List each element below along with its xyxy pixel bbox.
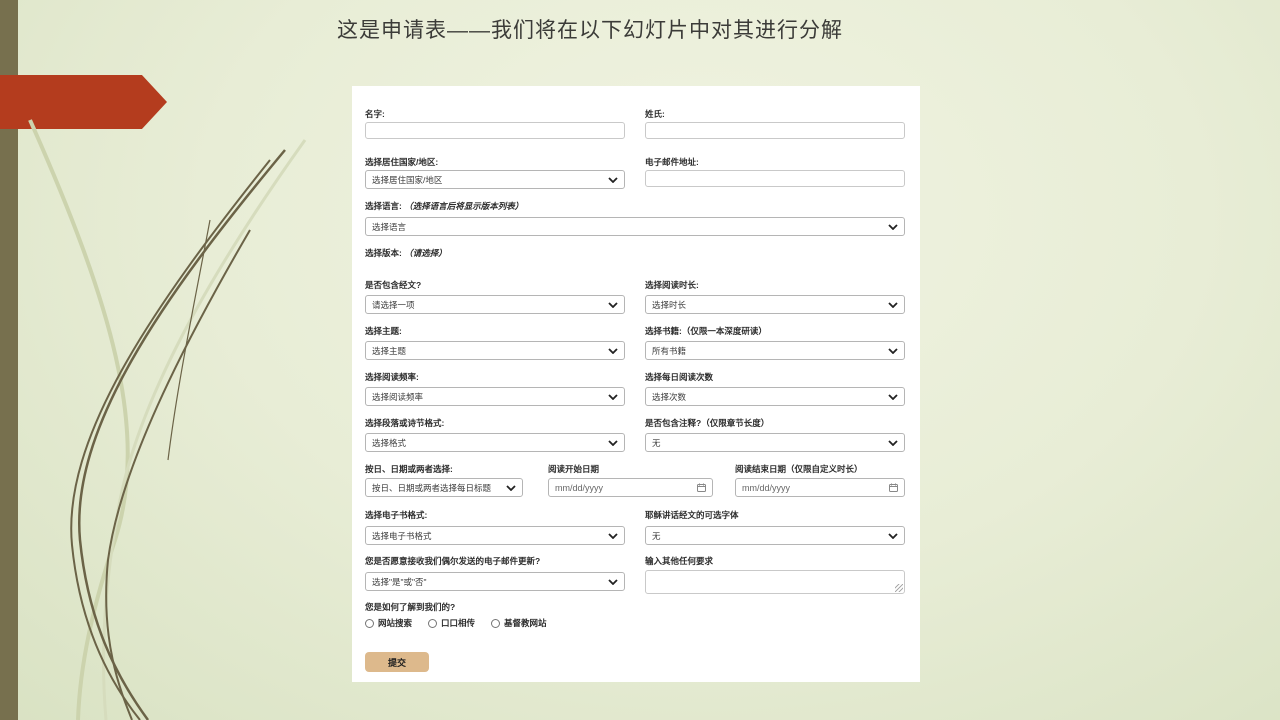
jesus-font-select-value: 无: [652, 530, 661, 541]
chevron-down-icon: [608, 393, 618, 400]
passage-format-select-value: 选择格式: [372, 437, 407, 448]
chevron-down-icon: [608, 439, 618, 446]
last-name-input[interactable]: [645, 122, 905, 139]
red-arrow-shape: [0, 75, 167, 129]
chevron-down-icon: [888, 439, 898, 446]
start-date-label: 阅读开始日期: [548, 464, 600, 474]
calendar-icon[interactable]: [697, 483, 706, 492]
frequency-select-value: 选择阅读频率: [372, 391, 424, 402]
frequency-select[interactable]: 选择阅读频率: [365, 387, 625, 406]
jesus-font-select[interactable]: 无: [645, 526, 905, 545]
language-select[interactable]: 选择语言: [365, 217, 905, 236]
email-input[interactable]: [645, 170, 905, 187]
daily-times-label: 选择每日阅读次数: [645, 372, 714, 382]
referral-option-christian-website[interactable]: 基督教网站: [491, 617, 547, 629]
language-select-value: 选择语言: [372, 221, 407, 232]
referral-label: 您是如何了解到我们的?: [365, 602, 456, 612]
other-requests-textarea[interactable]: [645, 570, 905, 594]
chevron-down-icon: [608, 578, 618, 585]
ebook-select-value: 选择电子书格式: [372, 530, 432, 541]
email-updates-select[interactable]: 选择"是"或"否": [365, 572, 625, 591]
daily-times-select-value: 选择次数: [652, 391, 687, 402]
day-date-select-value: 按日、日期或两者选择每日标题: [372, 482, 492, 493]
chevron-down-icon: [888, 223, 898, 230]
start-date-placeholder: mm/dd/yyyy: [555, 482, 604, 493]
scripture-label: 是否包含经文?: [365, 280, 422, 290]
last-name-label: 姓氏:: [645, 109, 665, 119]
passage-format-select[interactable]: 选择格式: [365, 433, 625, 452]
radio-icon: [491, 618, 501, 628]
country-label: 选择居住国家/地区:: [365, 157, 439, 167]
radio-icon: [428, 618, 438, 628]
referral-option-word-of-mouth[interactable]: 口口相传: [428, 617, 475, 629]
email-updates-select-value: 选择"是"或"否": [372, 576, 427, 587]
calendar-icon[interactable]: [889, 483, 898, 492]
jesus-font-label: 耶稣讲话经文的可选字体: [645, 510, 739, 520]
start-date-input[interactable]: mm/dd/yyyy: [548, 478, 713, 497]
language-label: 选择语言: （选择语言后将显示版本列表）: [365, 201, 524, 211]
radio-icon: [365, 618, 374, 628]
referral-radio-group: 网站搜索 口口相传 基督教网站: [365, 617, 547, 629]
chevron-down-icon: [608, 347, 618, 354]
topic-select[interactable]: 选择主题: [365, 341, 625, 360]
chevron-down-icon: [608, 532, 618, 539]
scripture-select-value: 请选择一项: [372, 299, 415, 310]
duration-label: 选择阅读时长:: [645, 280, 699, 290]
email-label: 电子邮件地址:: [645, 157, 699, 167]
book-select[interactable]: 所有书籍: [645, 341, 905, 360]
application-form-card: 名字: 姓氏: 选择居住国家/地区: 选择居住国家/地区 电子邮件地址: 选择语…: [352, 86, 920, 682]
country-select-value: 选择居住国家/地区: [372, 174, 443, 185]
country-select[interactable]: 选择居住国家/地区: [365, 170, 625, 189]
email-updates-label: 您是否愿意接收我们偶尔发送的电子邮件更新?: [365, 556, 541, 566]
commentary-label: 是否包含注释?（仅限章节长度）: [645, 418, 770, 428]
chevron-down-icon: [888, 393, 898, 400]
day-date-select[interactable]: 按日、日期或两者选择每日标题: [365, 478, 523, 497]
book-select-value: 所有书籍: [652, 345, 687, 356]
first-name-input[interactable]: [365, 122, 625, 139]
chevron-down-icon: [608, 176, 618, 183]
end-date-placeholder: mm/dd/yyyy: [742, 482, 791, 493]
chevron-down-icon: [888, 347, 898, 354]
chevron-down-icon: [506, 484, 516, 491]
end-date-label: 阅读结束日期（仅限自定义时长）: [735, 464, 863, 474]
scripture-select[interactable]: 请选择一项: [365, 295, 625, 314]
resize-handle[interactable]: [895, 584, 903, 592]
referral-option-website-search[interactable]: 网站搜索: [365, 617, 412, 629]
book-label: 选择书籍:（仅限一本深度研读）: [645, 326, 767, 336]
commentary-select[interactable]: 无: [645, 433, 905, 452]
chevron-down-icon: [608, 301, 618, 308]
submit-button[interactable]: 提交: [365, 652, 429, 672]
chevron-down-icon: [888, 301, 898, 308]
duration-select[interactable]: 选择时长: [645, 295, 905, 314]
chevron-down-icon: [888, 532, 898, 539]
frequency-label: 选择阅读频率:: [365, 372, 419, 382]
slide-title: 这是申请表——我们将在以下幻灯片中对其进行分解: [337, 19, 843, 42]
ebook-label: 选择电子书格式:: [365, 510, 428, 520]
first-name-label: 名字:: [365, 109, 385, 119]
ebook-select[interactable]: 选择电子书格式: [365, 526, 625, 545]
version-label: 选择版本: （请选择）: [365, 248, 447, 258]
daily-times-select[interactable]: 选择次数: [645, 387, 905, 406]
day-date-label: 按日、日期或两者选择:: [365, 464, 453, 474]
end-date-input[interactable]: mm/dd/yyyy: [735, 478, 905, 497]
duration-select-value: 选择时长: [652, 299, 687, 310]
topic-select-value: 选择主题: [372, 345, 407, 356]
commentary-select-value: 无: [652, 437, 661, 448]
other-requests-label: 输入其他任何要求: [645, 556, 714, 566]
passage-format-label: 选择段落或诗节格式:: [365, 418, 445, 428]
topic-label: 选择主题:: [365, 326, 402, 336]
